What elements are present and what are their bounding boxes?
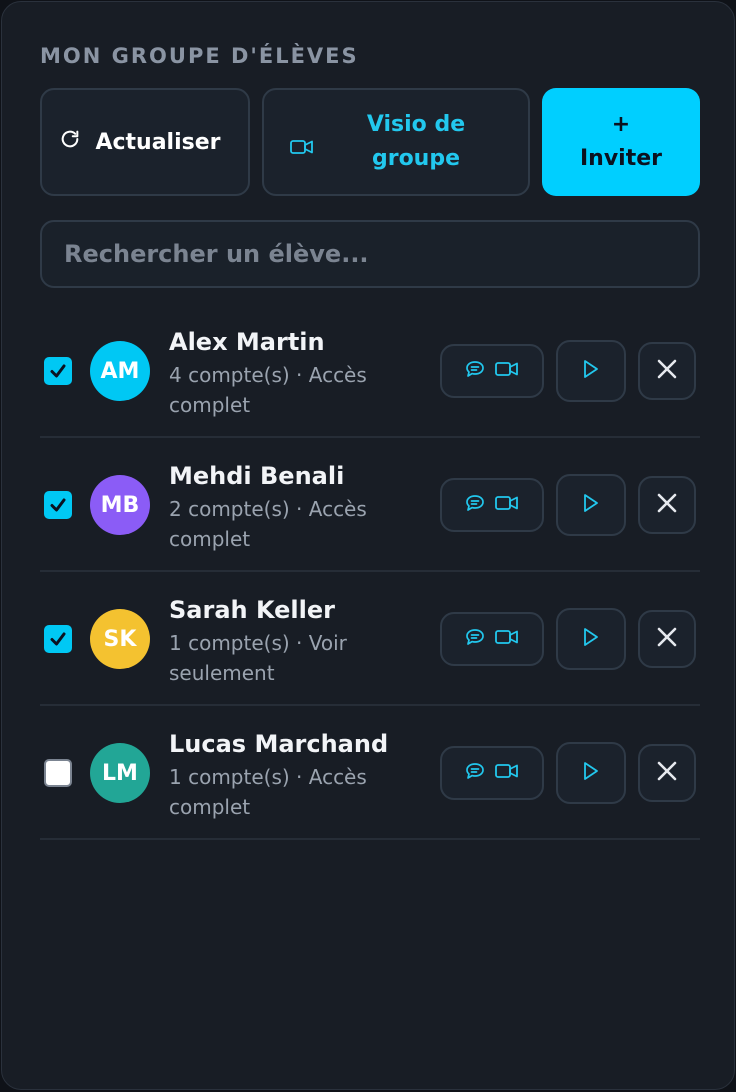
video-camera-icon <box>495 763 519 783</box>
student-row: LM Lucas Marchand 1 compte(s) · Accès co… <box>40 706 700 840</box>
checkmark-icon <box>50 632 66 646</box>
refresh-icon <box>59 128 81 156</box>
invite-plus-sign: + <box>611 112 631 137</box>
play-button[interactable] <box>556 608 626 670</box>
play-icon <box>582 359 600 383</box>
chat-bubble-icon <box>465 360 485 382</box>
student-name: Sarah Keller <box>169 596 335 624</box>
invite-button[interactable]: + Inviter <box>542 88 700 196</box>
checkmark-icon <box>50 364 66 378</box>
chat-bubble-icon <box>465 494 485 516</box>
group-video-label-line1: Visio de <box>366 112 466 137</box>
refresh-button-label: Actualiser <box>95 129 221 155</box>
chat-video-button[interactable] <box>440 612 544 666</box>
student-row: SK Sarah Keller 1 compte(s) · Voir seule… <box>40 572 700 706</box>
invite-button-label: Inviter <box>579 146 663 171</box>
video-camera-icon <box>495 361 519 381</box>
close-icon <box>656 492 678 518</box>
close-icon <box>656 760 678 786</box>
play-button[interactable] <box>556 340 626 402</box>
group-video-label-line2: groupe <box>371 146 461 171</box>
remove-student-button[interactable] <box>638 610 696 668</box>
chat-video-button[interactable] <box>440 746 544 800</box>
avatar: LM <box>90 743 150 803</box>
remove-student-button[interactable] <box>638 342 696 400</box>
student-name: Alex Martin <box>169 328 325 356</box>
close-icon <box>656 626 678 652</box>
student-select-checkbox[interactable] <box>44 759 72 787</box>
video-camera-icon <box>495 495 519 515</box>
student-list: AM Alex Martin 4 compte(s) · Accès compl… <box>40 304 700 840</box>
student-select-checkbox[interactable] <box>44 625 72 653</box>
play-icon <box>582 761 600 785</box>
checkmark-icon <box>50 498 66 512</box>
student-account-info: 4 compte(s) · Accès complet <box>169 363 367 417</box>
student-name: Mehdi Benali <box>169 462 345 490</box>
chat-video-button[interactable] <box>440 478 544 532</box>
video-camera-icon <box>290 136 314 161</box>
student-row: MB Mehdi Benali 2 compte(s) · Accès comp… <box>40 438 700 572</box>
student-select-checkbox[interactable] <box>44 357 72 385</box>
panel-title: MON GROUPE D'ÉLÈVES <box>40 44 359 68</box>
chat-bubble-icon <box>465 762 485 784</box>
video-camera-icon <box>495 629 519 649</box>
student-group-panel: MON GROUPE D'ÉLÈVES Actualiser Visio de … <box>1 1 735 1090</box>
student-account-info: 1 compte(s) · Accès complet <box>169 765 367 819</box>
avatar: SK <box>90 609 150 669</box>
student-account-info: 1 compte(s) · Voir seulement <box>169 631 347 685</box>
play-button[interactable] <box>556 742 626 804</box>
close-icon <box>656 358 678 384</box>
remove-student-button[interactable] <box>638 744 696 802</box>
refresh-button[interactable]: Actualiser <box>40 88 250 196</box>
play-button[interactable] <box>556 474 626 536</box>
student-select-checkbox[interactable] <box>44 491 72 519</box>
group-video-label: Visio de groupe <box>367 108 465 176</box>
student-account-info: 2 compte(s) · Accès complet <box>169 497 367 551</box>
chat-video-button[interactable] <box>440 344 544 398</box>
student-row: AM Alex Martin 4 compte(s) · Accès compl… <box>40 304 700 438</box>
student-name: Lucas Marchand <box>169 730 389 758</box>
play-icon <box>582 493 600 517</box>
group-video-button[interactable]: Visio de groupe <box>262 88 530 196</box>
play-icon <box>582 627 600 651</box>
chat-bubble-icon <box>465 628 485 650</box>
avatar: AM <box>90 341 150 401</box>
remove-student-button[interactable] <box>638 476 696 534</box>
student-search-input[interactable] <box>40 220 700 288</box>
avatar: MB <box>90 475 150 535</box>
